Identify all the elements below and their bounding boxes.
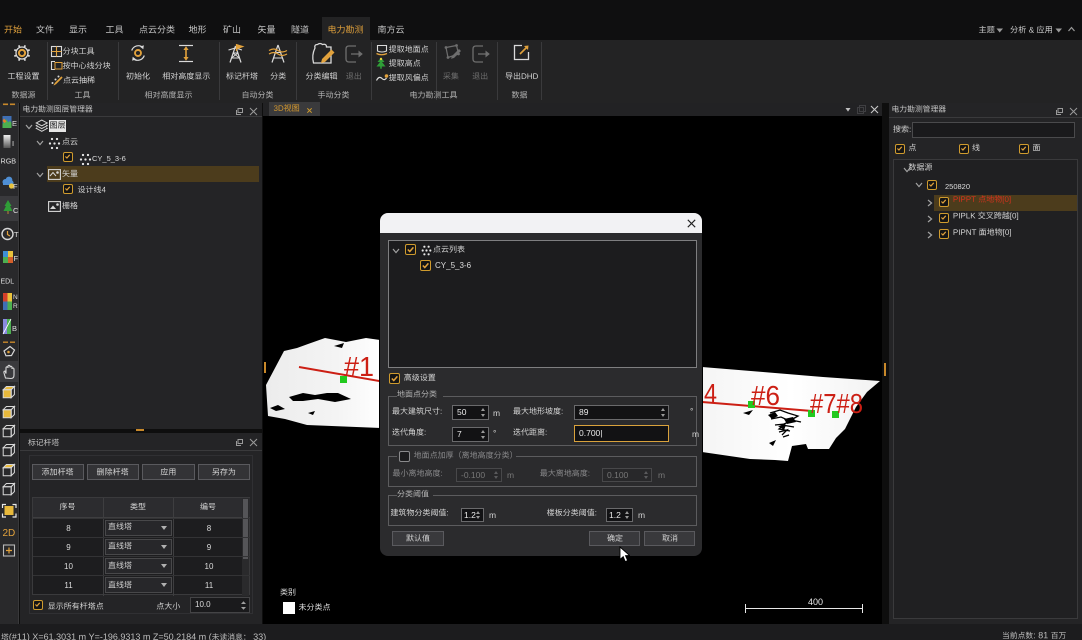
svg-text:#7#8: #7#8	[810, 388, 863, 419]
svg-text:4: 4	[704, 378, 717, 409]
svg-text:#1: #1	[344, 351, 374, 382]
svg-text:#6: #6	[751, 380, 780, 411]
